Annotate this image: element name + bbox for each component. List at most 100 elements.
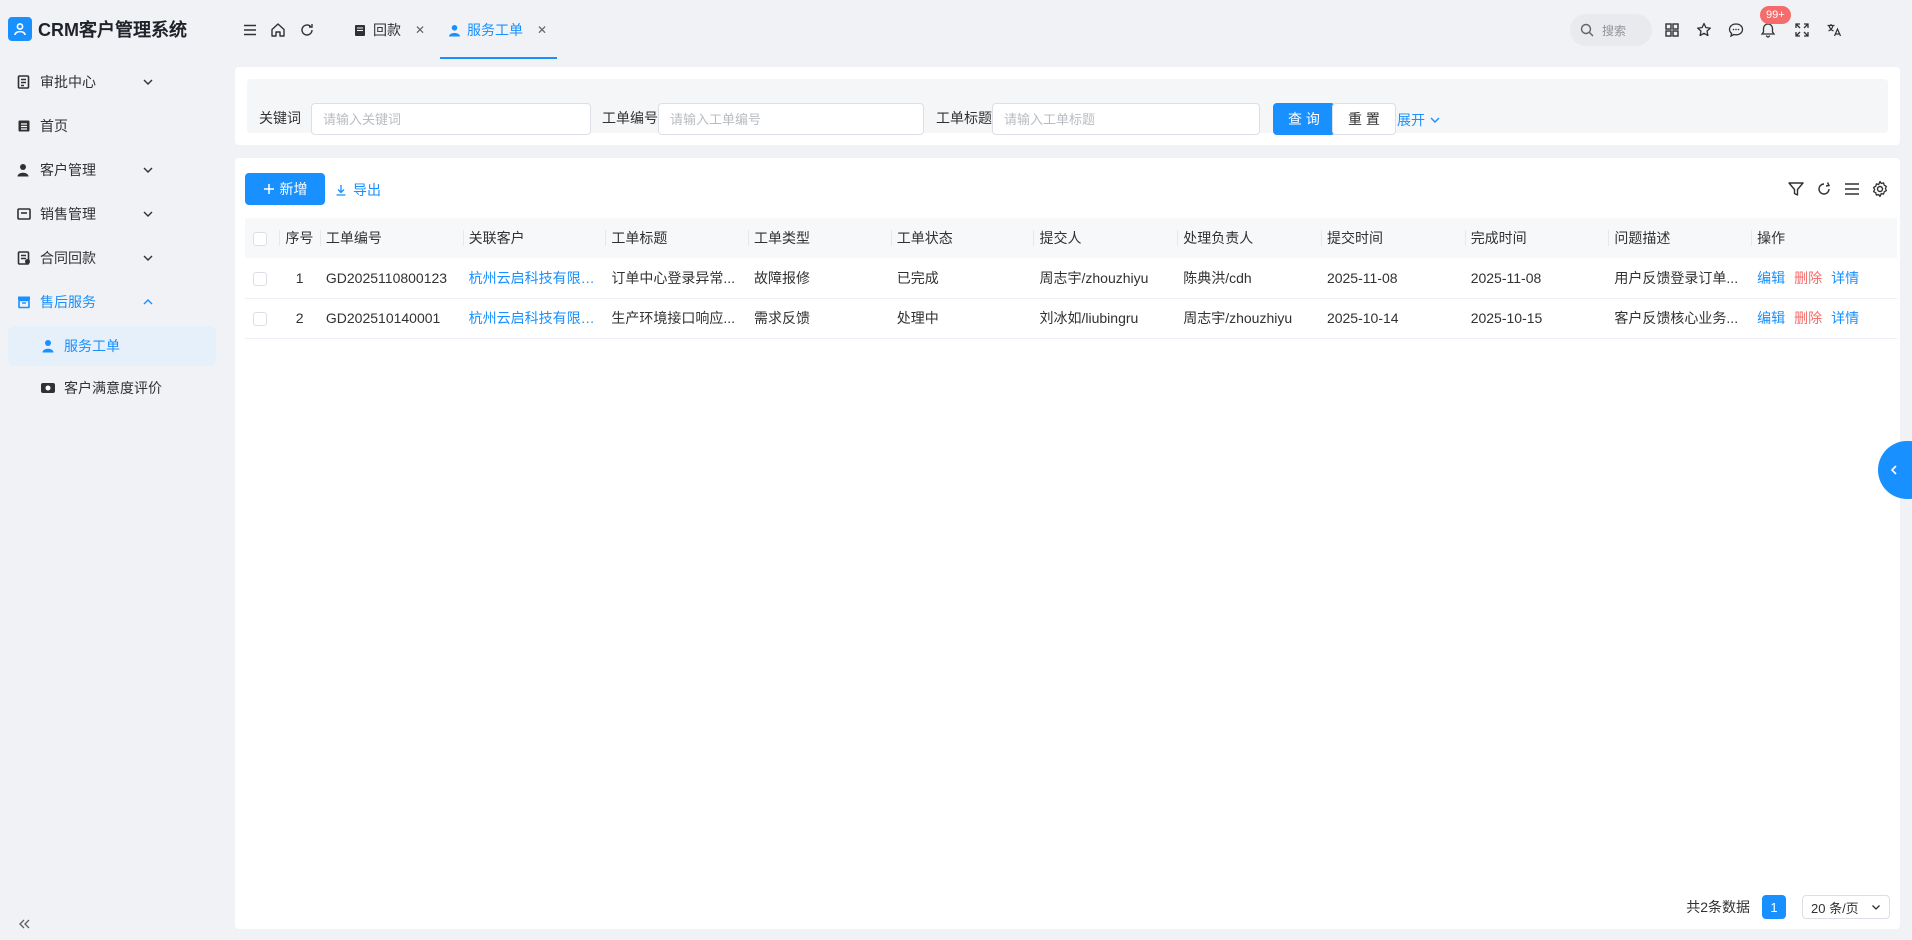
order-title-input[interactable]: [992, 103, 1260, 135]
service-box-icon: [16, 294, 32, 310]
home-icon[interactable]: [270, 22, 286, 38]
edit-link[interactable]: 编辑: [1757, 310, 1785, 326]
submit-time-cell: 2025-10-14: [1320, 298, 1465, 339]
assignee-cell: 陈典洪/cdh: [1177, 258, 1321, 299]
sidebar: CRM客户管理系统 审批中心 首页 客户管理 销售管理 合同回款 售后服务 服务…: [0, 0, 224, 940]
settings-icon[interactable]: [1871, 180, 1889, 198]
table-row[interactable]: 2 GD202510140001 杭州云启科技有限公司 生产环境接口响应... …: [245, 298, 1897, 339]
order-title-cell: 订单中心登录异常...: [605, 258, 749, 299]
chevron-down-icon: [1872, 905, 1880, 910]
page-size-select[interactable]: 20 条/页: [1802, 895, 1890, 919]
tab-label: 回款: [373, 22, 401, 38]
add-button[interactable]: 新增: [245, 173, 325, 205]
plus-icon: [263, 184, 274, 194]
sidebar-item-label: 审批中心: [40, 74, 96, 90]
edit-link[interactable]: 编辑: [1757, 270, 1785, 286]
search-label: 搜索: [1602, 23, 1627, 38]
column-header: 关联客户: [462, 218, 606, 258]
delete-link[interactable]: 删除: [1794, 270, 1822, 286]
row-checkbox[interactable]: [253, 271, 267, 286]
sidebar-subitem-service-order[interactable]: 服务工单: [8, 326, 216, 366]
page-size-value: 20 条/页: [1811, 900, 1859, 916]
app-title: CRM客户管理系统: [38, 20, 187, 40]
notification-badge: 99+: [1760, 6, 1791, 24]
sidebar-item-approval[interactable]: 审批中心: [0, 60, 224, 104]
chevron-up-icon: [143, 299, 153, 305]
ticket-icon: [40, 380, 56, 396]
order-status-cell: 已完成: [890, 258, 1034, 299]
order-status-cell: 处理中: [890, 298, 1034, 339]
select-all-cell: [245, 218, 280, 258]
star-icon[interactable]: [1696, 22, 1712, 38]
expand-link[interactable]: 展开: [1397, 110, 1441, 130]
sidebar-item-label: 服务工单: [64, 338, 120, 354]
sidebar-item-sales[interactable]: 销售管理: [0, 192, 224, 236]
close-icon[interactable]: ✕: [537, 23, 547, 37]
row-select-cell: [245, 258, 280, 299]
filter-icon[interactable]: [1787, 180, 1805, 198]
column-header: 工单状态: [890, 218, 1034, 258]
customer-link[interactable]: 杭州云启科技有限公司: [462, 258, 606, 299]
approval-icon: [16, 74, 32, 90]
close-icon[interactable]: ✕: [415, 23, 425, 37]
column-header: 处理负责人: [1177, 218, 1321, 258]
actions-cell: 编辑 删除 详情: [1751, 258, 1897, 299]
description-cell: 客户反馈核心业务...: [1608, 298, 1752, 339]
keyword-label: 关键词: [259, 110, 301, 126]
submit-time-cell: 2025-11-08: [1320, 258, 1465, 299]
bell-icon[interactable]: [1760, 22, 1776, 38]
export-button[interactable]: 导出: [335, 180, 381, 200]
column-header: 工单标题: [605, 218, 749, 258]
order-no-cell: GD202510140001: [319, 298, 463, 339]
row-select-cell: [245, 298, 280, 339]
delete-link[interactable]: 删除: [1794, 310, 1822, 326]
column-header: 操作: [1751, 218, 1897, 258]
apps-grid-icon[interactable]: [1664, 22, 1680, 38]
collapse-sidebar-icon[interactable]: [16, 916, 32, 932]
customer-link[interactable]: 杭州云启科技有限公司: [462, 298, 606, 339]
home-list-icon: [16, 118, 32, 134]
sidebar-item-aftersales[interactable]: 售后服务: [0, 280, 224, 324]
refresh-icon[interactable]: [299, 22, 315, 38]
detail-link[interactable]: 详情: [1831, 310, 1859, 326]
row-checkbox[interactable]: [253, 312, 267, 327]
column-header: 工单类型: [748, 218, 891, 258]
refresh-icon[interactable]: [1815, 180, 1833, 198]
sidebar-item-label: 客户满意度评价: [64, 380, 162, 396]
app-logo[interactable]: CRM客户管理系统: [0, 0, 224, 58]
actions-cell: 编辑 删除 详情: [1751, 298, 1897, 339]
column-header: 问题描述: [1608, 218, 1752, 258]
export-label: 导出: [353, 182, 381, 198]
detail-link[interactable]: 详情: [1831, 270, 1859, 286]
query-button[interactable]: 查 询: [1273, 103, 1335, 135]
order-no-cell: GD2025110800123: [319, 258, 463, 299]
order-no-input[interactable]: [658, 103, 924, 135]
table-header-row: 序号 工单编号 关联客户 工单标题 工单类型 工单状态 提交人 处理负责人 提交…: [245, 218, 1897, 258]
tab-payment[interactable]: 回款 ✕: [354, 0, 425, 60]
tab-service-order[interactable]: 服务工单 ✕: [440, 0, 558, 60]
sales-box-icon: [16, 206, 32, 222]
table-row[interactable]: 1 GD2025110800123 杭州云启科技有限公司 订单中心登录异常...…: [245, 258, 1897, 299]
order-type-cell: 故障报修: [748, 258, 891, 299]
menu-toggle-icon[interactable]: [242, 22, 258, 38]
row-index: 1: [279, 258, 320, 299]
page-number-button[interactable]: 1: [1762, 895, 1786, 919]
chat-icon[interactable]: [1728, 22, 1744, 38]
submitter-cell: 刘冰如/liubingru: [1033, 298, 1178, 339]
select-all-checkbox[interactable]: [253, 232, 267, 247]
sidebar-subitem-satisfaction[interactable]: 客户满意度评价: [8, 368, 216, 408]
logo-icon: [8, 17, 32, 41]
density-icon[interactable]: [1843, 180, 1861, 198]
sidebar-item-label: 客户管理: [40, 162, 96, 178]
table-panel: 新增 导出 序号 工单编号 关联客户 工单标题 工单类型 工单状态 提交人 处理…: [235, 158, 1900, 929]
translate-icon[interactable]: [1826, 22, 1842, 38]
user-icon: [40, 338, 56, 354]
sidebar-item-contract[interactable]: 合同回款: [0, 236, 224, 280]
fullscreen-icon[interactable]: [1794, 22, 1810, 38]
sidebar-item-home[interactable]: 首页: [0, 104, 224, 148]
chevron-down-icon: [143, 211, 153, 217]
reset-button[interactable]: 重 置: [1332, 103, 1396, 135]
global-search[interactable]: 搜索: [1570, 14, 1652, 46]
sidebar-item-customer[interactable]: 客户管理: [0, 148, 224, 192]
keyword-input[interactable]: [311, 103, 591, 135]
